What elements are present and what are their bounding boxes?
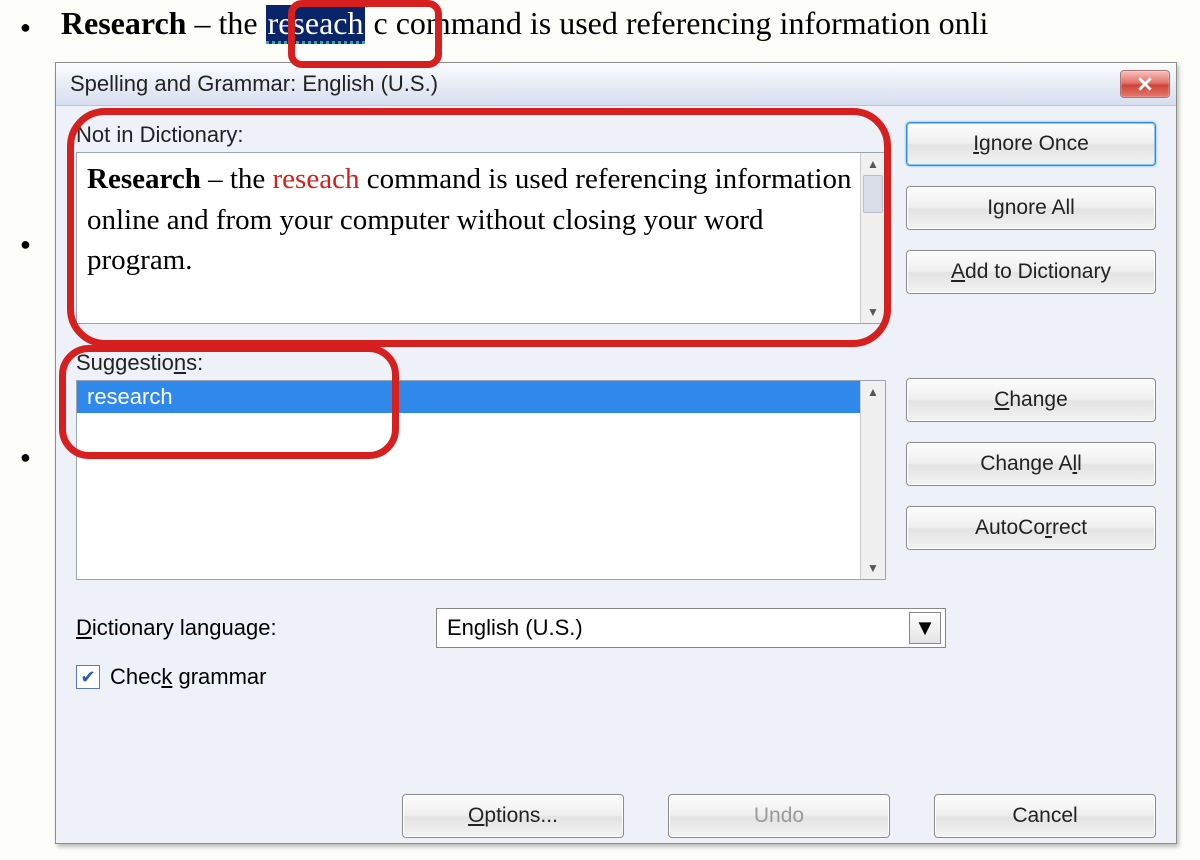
change-all-button[interactable]: Change All <box>906 442 1156 486</box>
not-in-dictionary-label: Not in Dictionary: <box>76 122 886 148</box>
suggestion-item[interactable]: research <box>77 381 885 413</box>
change-button[interactable]: Change <box>906 378 1156 422</box>
suggestions-label: Suggestions: <box>76 350 886 376</box>
dictionary-language-label: Dictionary language: <box>76 615 436 641</box>
add-to-dictionary-button[interactable]: Add to Dictionary <box>906 250 1156 294</box>
scroll-thumb[interactable] <box>863 175 883 213</box>
error-word: reseach <box>273 163 360 195</box>
check-grammar-label: Check grammar <box>110 664 266 690</box>
titlebar[interactable]: Spelling and Grammar: English (U.S.) <box>56 63 1176 106</box>
spelling-grammar-dialog: Spelling and Grammar: English (U.S.) Not… <box>55 62 1177 844</box>
suggestions-listbox[interactable]: research ▲ ▼ <box>76 380 886 580</box>
bullet-icon: ● <box>20 447 31 468</box>
bottom-button-row: Options... Undo Cancel <box>76 794 1156 838</box>
misspelled-highlight: reseach <box>266 5 366 44</box>
check-grammar-checkbox[interactable]: ✔ <box>76 665 100 689</box>
language-value: English (U.S.) <box>447 615 583 641</box>
dialog-title: Spelling and Grammar: English (U.S.) <box>70 71 438 97</box>
scrollbar[interactable]: ▲ ▼ <box>860 153 885 323</box>
bullet-icon: ● <box>20 234 31 255</box>
close-button[interactable] <box>1120 70 1170 98</box>
doc-text: Research – the reseach c command is used… <box>61 5 989 42</box>
sentence-bold: Research <box>87 163 201 195</box>
check-grammar-row: ✔ Check grammar <box>76 664 1156 690</box>
doc-bullet-line: ● Research – the reseach c command is us… <box>10 5 1200 42</box>
ignore-once-button[interactable]: Ignore Once <box>906 122 1156 166</box>
language-select[interactable]: English (U.S.) ▼ <box>436 608 946 648</box>
bullet-icon: ● <box>20 17 31 38</box>
dropdown-arrow-icon[interactable]: ▼ <box>909 612 941 644</box>
undo-button[interactable]: Undo <box>668 794 890 838</box>
language-row: Dictionary language: English (U.S.) ▼ <box>76 608 1156 648</box>
dialog-body: Not in Dictionary: Research – the reseac… <box>56 106 1176 860</box>
scroll-down-icon[interactable]: ▼ <box>861 557 885 579</box>
options-button[interactable]: Options... <box>402 794 624 838</box>
not-in-dictionary-box[interactable]: Research – the reseach command is used r… <box>76 152 886 324</box>
autocorrect-button[interactable]: AutoCorrect <box>906 506 1156 550</box>
scroll-up-icon[interactable]: ▲ <box>861 153 885 175</box>
scroll-up-icon[interactable]: ▲ <box>861 381 885 403</box>
scrollbar[interactable]: ▲ ▼ <box>860 381 885 579</box>
ignore-all-button[interactable]: Ignore All <box>906 186 1156 230</box>
close-icon <box>1138 77 1152 91</box>
cancel-button[interactable]: Cancel <box>934 794 1156 838</box>
scroll-down-icon[interactable]: ▼ <box>861 301 885 323</box>
doc-bold: Research <box>61 5 187 41</box>
